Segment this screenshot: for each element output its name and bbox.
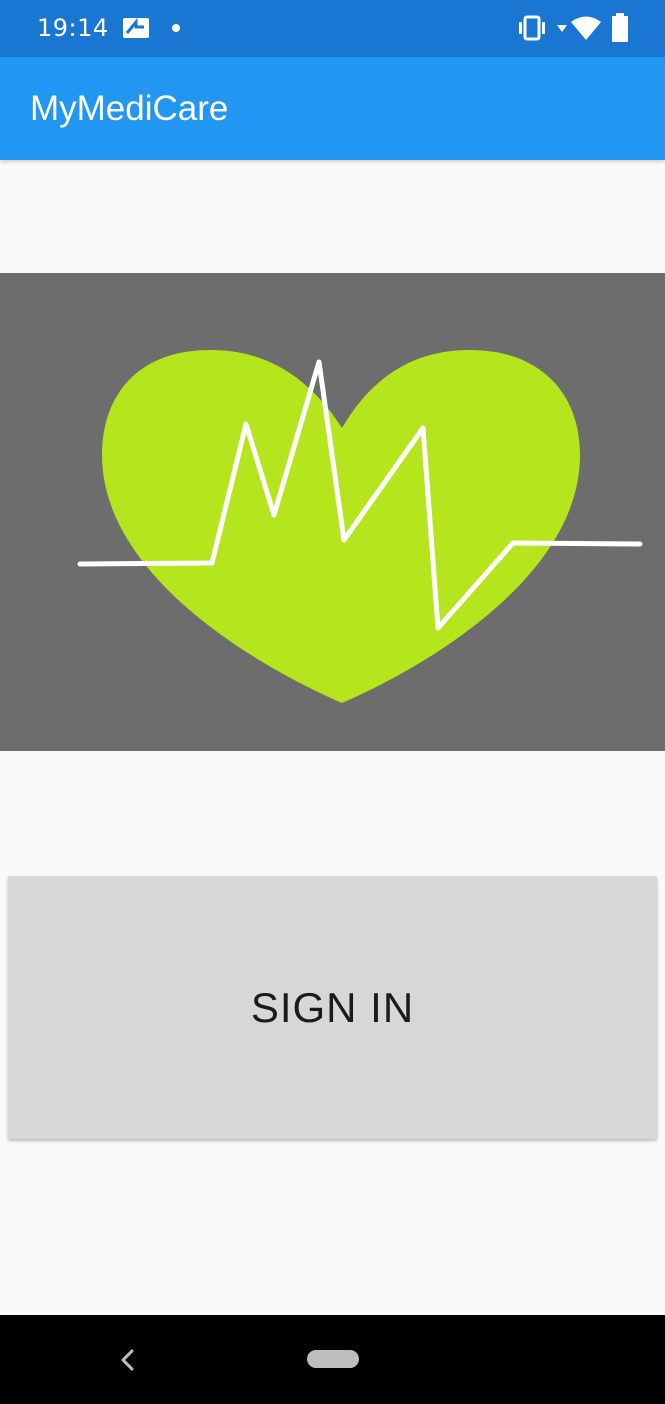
vibrate-icon bbox=[519, 15, 545, 41]
status-time: 19:14 bbox=[37, 14, 109, 42]
app-title: MyMediCare bbox=[30, 89, 229, 128]
heart-pulse-icon bbox=[77, 350, 643, 703]
battery-icon bbox=[612, 13, 628, 42]
back-icon[interactable] bbox=[118, 1348, 138, 1372]
navigation-bar bbox=[0, 1315, 665, 1404]
data-arrows-icon bbox=[557, 25, 567, 32]
app-bar: MyMediCare bbox=[0, 57, 665, 160]
dot-icon bbox=[172, 24, 180, 32]
notification-icon bbox=[123, 17, 149, 38]
home-pill-icon[interactable] bbox=[307, 1350, 359, 1368]
sign-in-button[interactable]: SIGN IN bbox=[8, 876, 657, 1139]
wifi-icon bbox=[571, 16, 601, 40]
status-bar: 19:14 bbox=[0, 0, 665, 57]
banner-image bbox=[0, 273, 665, 751]
